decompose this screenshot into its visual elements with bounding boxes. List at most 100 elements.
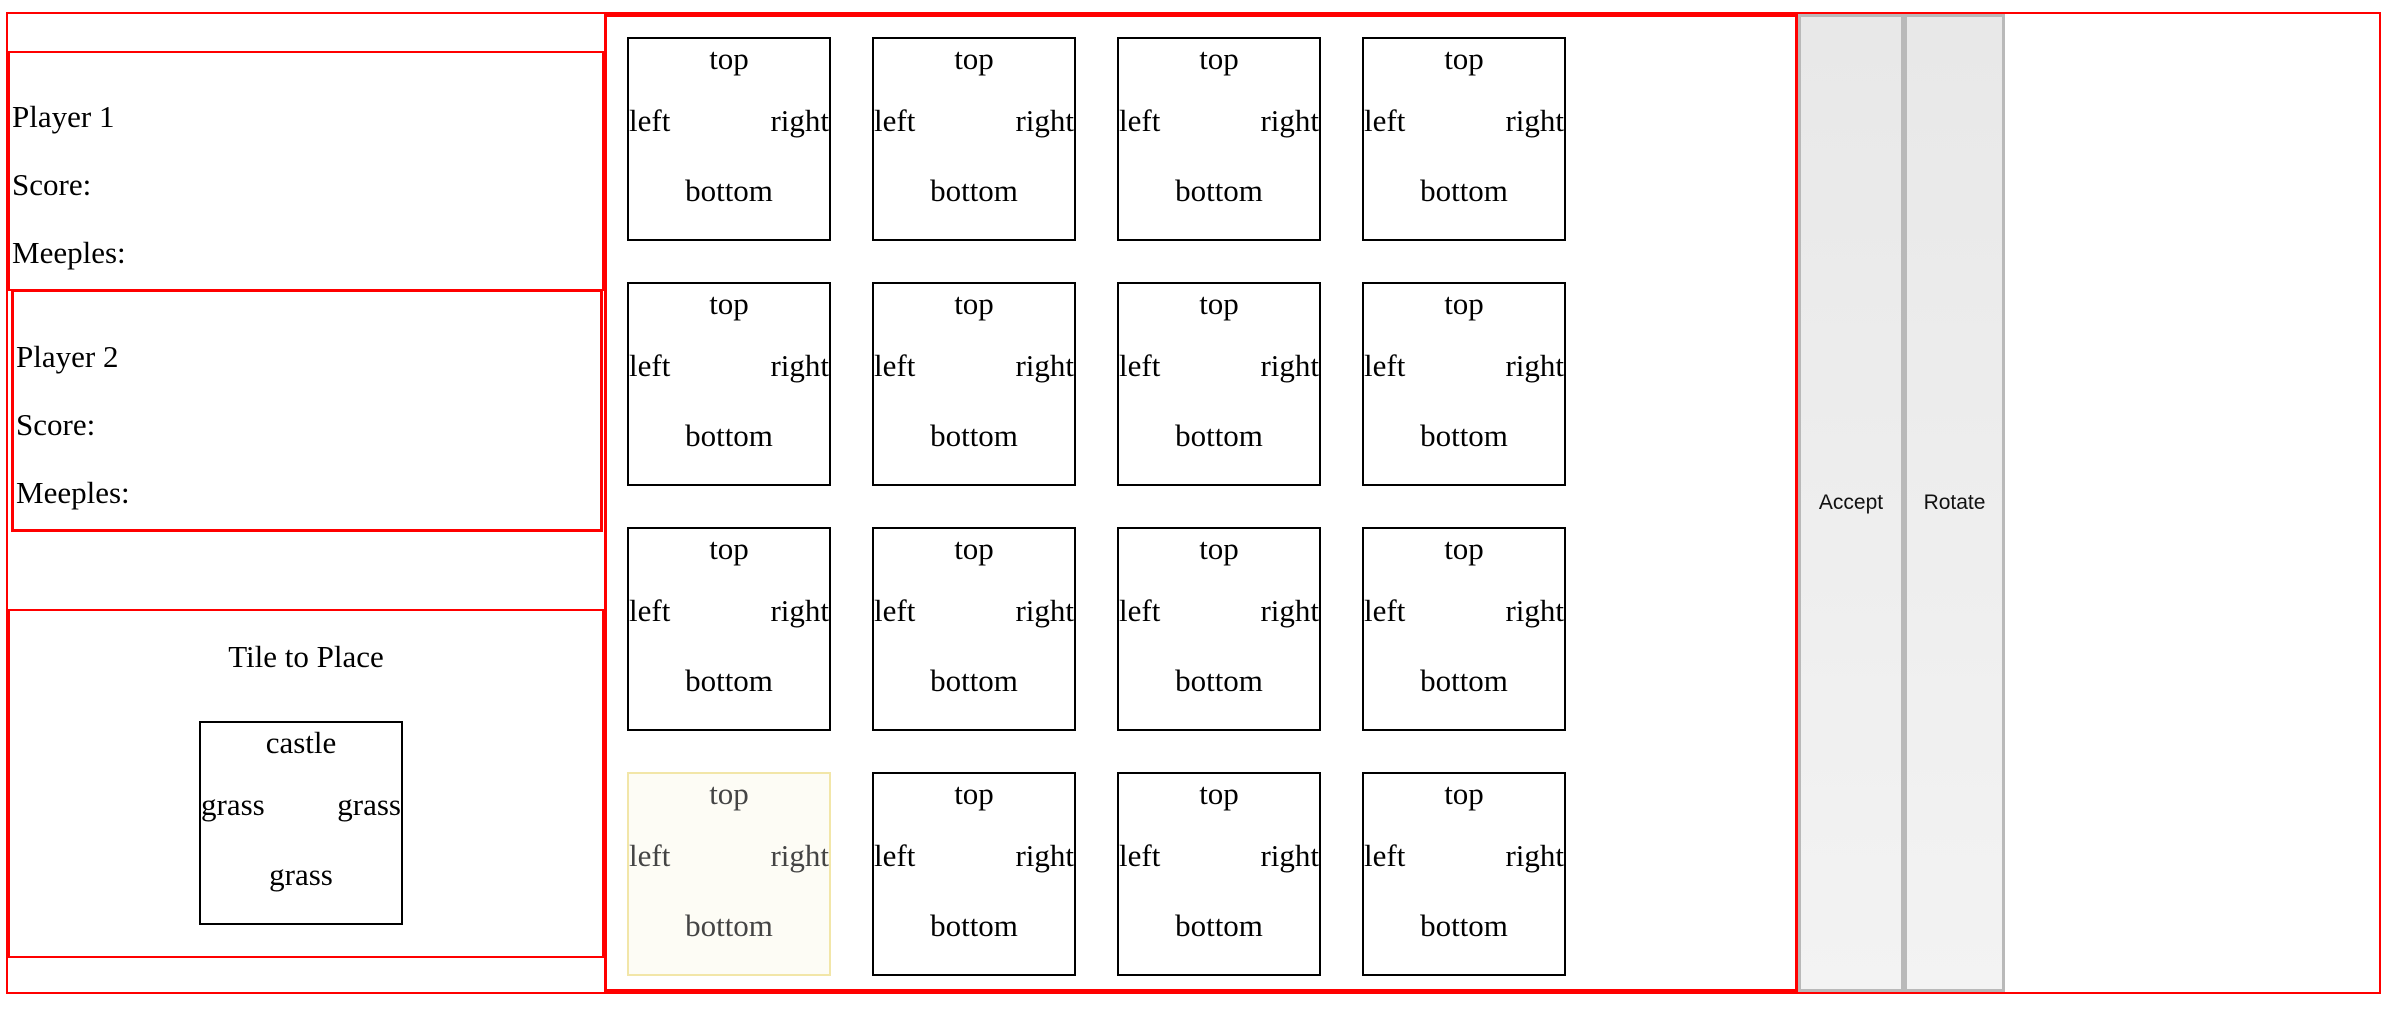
tile-edge-left: left <box>874 593 916 628</box>
tile-edge-bottom: bottom <box>1420 418 1508 453</box>
board-tile-r3-c1[interactable]: top left right bottom <box>627 527 831 731</box>
tile-edge-left: left <box>1364 103 1406 138</box>
tile-edge-left: left <box>1364 348 1406 383</box>
board-tile-r2-c3[interactable]: top left right bottom <box>1117 282 1321 486</box>
player-1-panel: Player 1 Score: Meeples: <box>8 51 604 291</box>
tile-edge-right: right <box>1015 838 1074 873</box>
tile-edge-bottom: bottom <box>1175 908 1263 943</box>
tile-edge-bottom: bottom <box>1420 908 1508 943</box>
tile-edge-right: right <box>1015 348 1074 383</box>
board-tile-r3-c2[interactable]: top left right bottom <box>872 527 1076 731</box>
tile-edge-left: left <box>1119 593 1161 628</box>
tile-to-place[interactable]: castle grass grass grass <box>199 721 403 925</box>
tile-edge-left: left <box>874 348 916 383</box>
tile-edge-bottom: bottom <box>930 418 1018 453</box>
tile-edge-right: right <box>1015 593 1074 628</box>
game-board: top left right bottom top left right bottom top l… <box>604 14 1798 992</box>
tile-edge-right: right <box>770 103 829 138</box>
tile-edge-right: right <box>1505 348 1564 383</box>
tile-edge-bottom: bottom <box>685 173 773 208</box>
tile-edge-bottom: bottom <box>930 908 1018 943</box>
tile-edge-bottom: bottom <box>685 418 773 453</box>
tile-edge-bottom: bottom <box>685 663 773 698</box>
tile-edge-top: top <box>709 531 749 566</box>
tile-edge-left: left <box>1119 348 1161 383</box>
tile-edge-top: top <box>954 776 994 811</box>
board-tile-r4-c2[interactable]: top left right bottom <box>872 772 1076 976</box>
tile-edge-right: right <box>770 348 829 383</box>
tile-edge-right: right <box>1505 593 1564 628</box>
tile-edge-right: right <box>1260 103 1319 138</box>
accept-button[interactable]: Accept <box>1798 14 1904 992</box>
rotate-button[interactable]: Rotate <box>1904 14 2005 992</box>
tile-edge-left: left <box>629 348 671 383</box>
board-tile-r1-c1[interactable]: top left right bottom <box>627 37 831 241</box>
tile-edge-top: top <box>954 286 994 321</box>
tile-edge-top: top <box>1199 531 1239 566</box>
tile-to-place-panel: Tile to Place castle grass grass grass <box>8 609 604 958</box>
player-score-label: Score: <box>12 167 92 202</box>
board-tile-r2-c4[interactable]: top left right bottom <box>1362 282 1566 486</box>
tile-edge-bottom: bottom <box>1420 173 1508 208</box>
tile-edge-top: top <box>1199 41 1239 76</box>
tile-edge-right: right <box>770 593 829 628</box>
tile-edge-left: left <box>629 593 671 628</box>
tile-edge-bottom: bottom <box>930 663 1018 698</box>
tile-edge-left: left <box>629 103 671 138</box>
player-meeples-label: Meeples: <box>12 235 126 270</box>
game-container: Player 1 Score: Meeples: Player 2 Score:… <box>6 12 2381 994</box>
board-tile-r4-c4[interactable]: top left right bottom <box>1362 772 1566 976</box>
player-name: Player 1 <box>12 99 115 134</box>
tile-edge-top: top <box>1199 286 1239 321</box>
board-tile-r1-c2[interactable]: top left right bottom <box>872 37 1076 241</box>
tile-edge-top: top <box>709 41 749 76</box>
tile-edge-top: top <box>954 41 994 76</box>
tile-to-place-title: Tile to Place <box>228 639 384 674</box>
tile-edge-right: right <box>770 838 829 873</box>
tile-edge-top: top <box>1444 531 1484 566</box>
tile-edge-bottom: bottom <box>685 908 773 943</box>
tile-edge-left: left <box>1364 838 1406 873</box>
board-tile-r3-c3[interactable]: top left right bottom <box>1117 527 1321 731</box>
tile-edge-right: right <box>1260 348 1319 383</box>
tile-edge-left: left <box>874 838 916 873</box>
tile-edge-bottom: bottom <box>930 173 1018 208</box>
tile-edge-left: left <box>1119 838 1161 873</box>
player-meeples-label: Meeples: <box>16 475 130 510</box>
board-tile-r3-c4[interactable]: top left right bottom <box>1362 527 1566 731</box>
tile-edge-top: top <box>1444 776 1484 811</box>
tile-edge-right: right <box>1260 593 1319 628</box>
tile-edge-right: right <box>1015 103 1074 138</box>
board-tile-r4-c1[interactable]: top left right bottom <box>627 772 831 976</box>
board-tile-r2-c1[interactable]: top left right bottom <box>627 282 831 486</box>
board-tile-r1-c4[interactable]: top left right bottom <box>1362 37 1566 241</box>
tile-edge-top: top <box>709 286 749 321</box>
player-2-panel: Player 2 Score: Meeples: <box>11 289 603 532</box>
tile-edge-left: left <box>1119 103 1161 138</box>
tile-edge-top: top <box>1199 776 1239 811</box>
tile-edge-right: right <box>1505 103 1564 138</box>
tile-edge-right: right <box>1260 838 1319 873</box>
tile-edge-top: top <box>1444 286 1484 321</box>
tile-edge-bottom: bottom <box>1420 663 1508 698</box>
board-tile-r1-c3[interactable]: top left right bottom <box>1117 37 1321 241</box>
tile-edge-left: left <box>629 838 671 873</box>
tile-edge-top: castle <box>265 725 337 760</box>
tile-edge-bottom: bottom <box>1175 173 1263 208</box>
tile-edge-bottom: bottom <box>1175 418 1263 453</box>
board-tile-r4-c3[interactable]: top left right bottom <box>1117 772 1321 976</box>
tile-edge-top: top <box>1444 41 1484 76</box>
sidebar: Player 1 Score: Meeples: Player 2 Score:… <box>8 14 604 992</box>
player-score-label: Score: <box>16 407 96 442</box>
tile-edge-bottom: grass <box>269 857 333 892</box>
tile-edge-left: grass <box>201 787 265 822</box>
tile-edge-left: left <box>1364 593 1406 628</box>
tile-edge-top: top <box>709 776 749 811</box>
tile-edge-right: grass <box>337 787 401 822</box>
board-tile-r2-c2[interactable]: top left right bottom <box>872 282 1076 486</box>
tile-edge-left: left <box>874 103 916 138</box>
tile-edge-top: top <box>954 531 994 566</box>
tile-edge-bottom: bottom <box>1175 663 1263 698</box>
tile-edge-right: right <box>1505 838 1564 873</box>
player-name: Player 2 <box>16 339 119 374</box>
